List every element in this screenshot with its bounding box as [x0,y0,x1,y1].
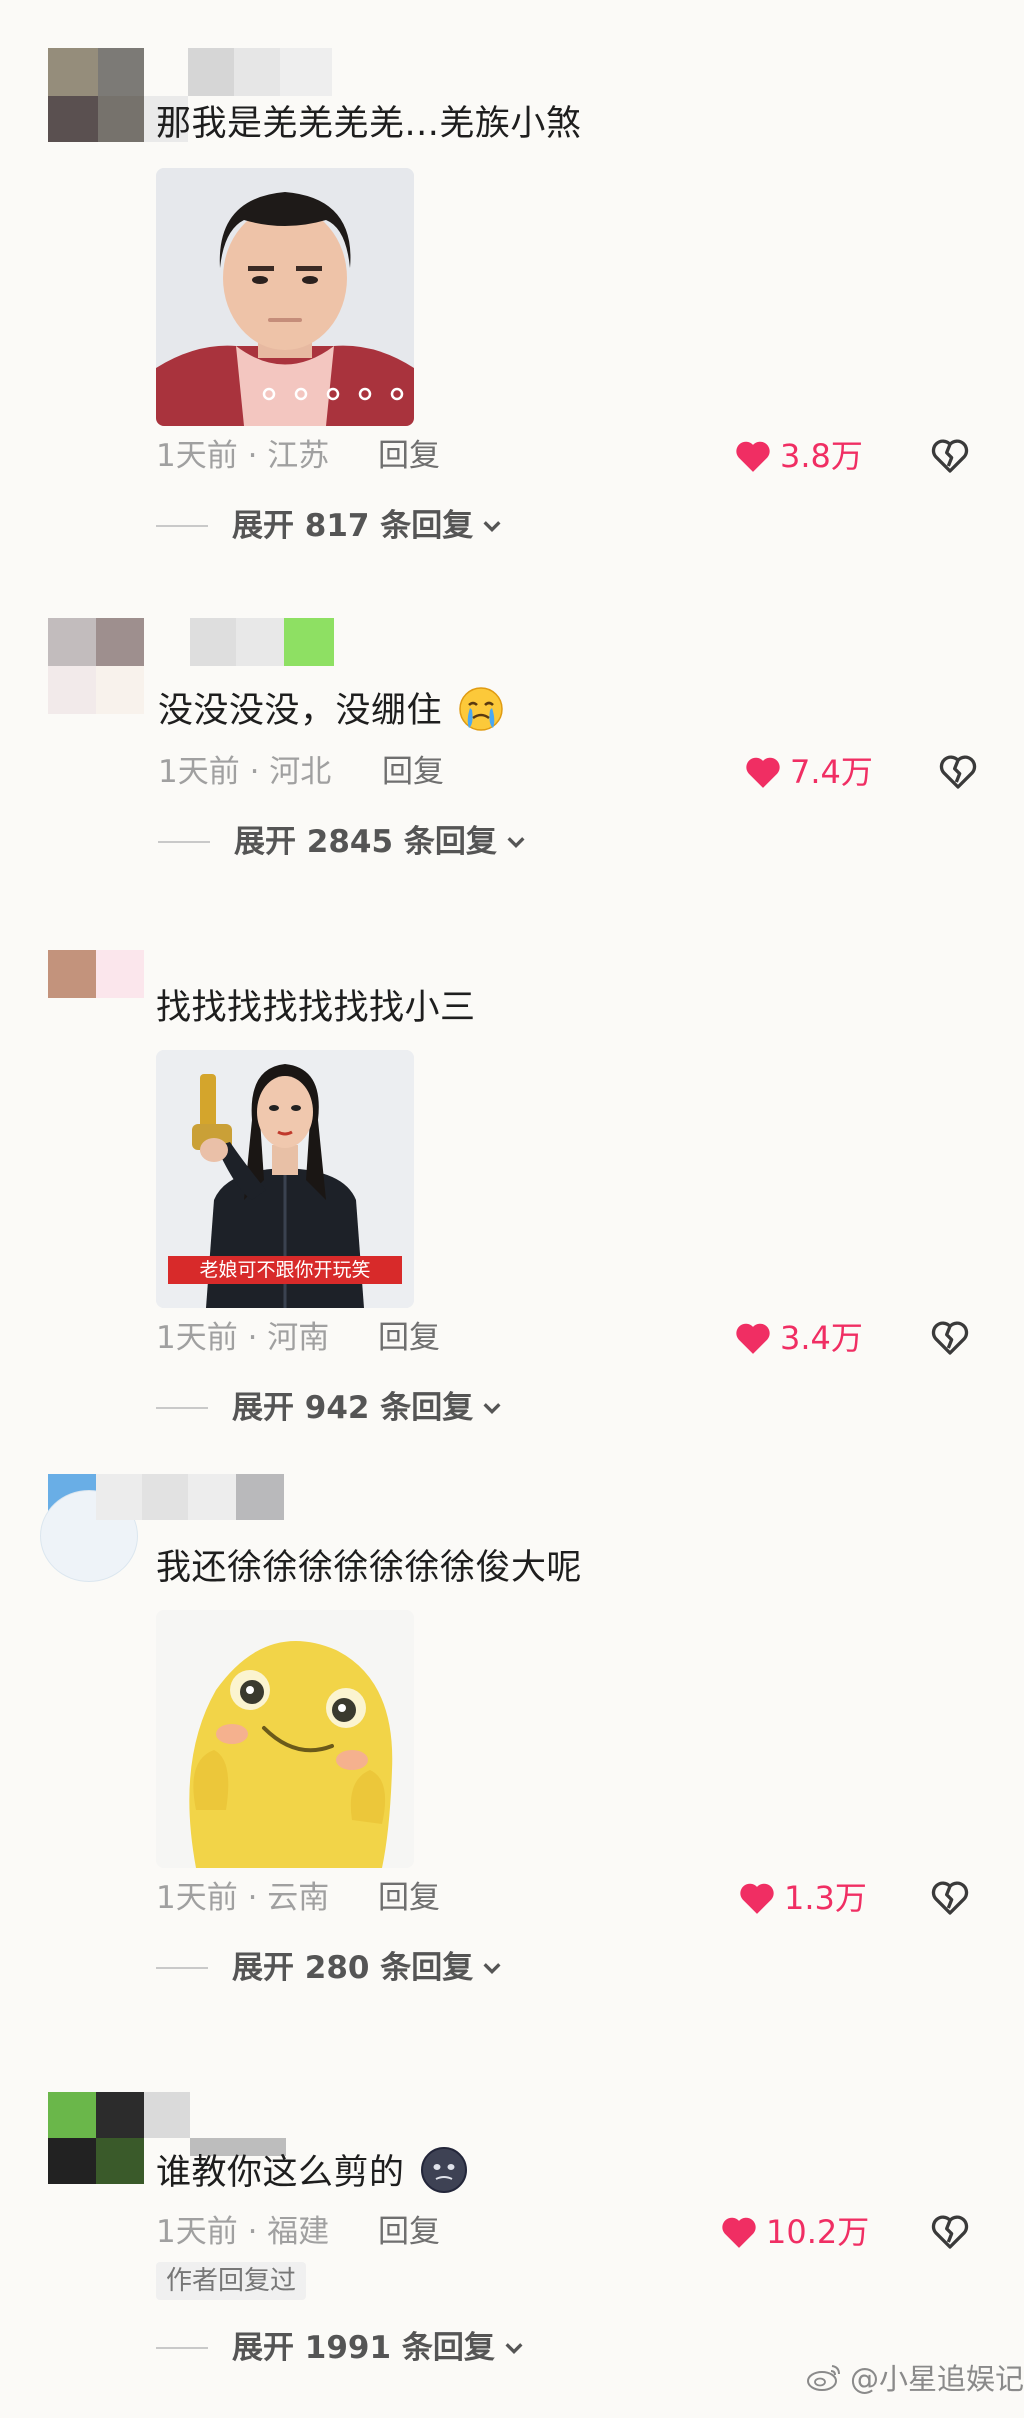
watermark-text: @小星追娱记 [850,2362,1024,2396]
comment-text-row: 没没没没，没绷住 [158,686,504,733]
broken-heart-icon[interactable] [930,436,970,476]
chevron-down-icon [505,2343,523,2355]
divider-line [156,2347,208,2349]
comment-text: 谁教你这么剪的 [156,2153,405,2193]
crying-emoji-icon [458,687,503,731]
broken-heart-icon[interactable] [930,1878,970,1918]
like-button[interactable]: 7.4万 [744,752,873,792]
like-count: 3.4万 [780,1319,863,1357]
dark-face-emoji-icon [421,2147,468,2193]
comment-image[interactable]: 老娘可不跟你开玩笑 [156,1050,414,1308]
man-portrait-image [156,168,414,426]
watermark: @小星追娱记 [806,2356,1024,2398]
divider-line [156,525,208,527]
like-button[interactable]: 10.2万 [720,2212,869,2252]
comment-text: 找找找找找找找小三 [156,988,476,1028]
broken-heart-icon[interactable] [938,752,978,792]
heart-icon [722,2217,756,2248]
expand-replies-button[interactable]: 展开 2845 条回复 [158,822,527,862]
like-button[interactable]: 1.3万 [738,1878,867,1918]
reply-button[interactable]: 回复 [382,752,444,792]
comment-time-location: 1天前 · 河南 [156,1320,330,1356]
expand-replies-button[interactable]: 展开 1991 条回复 [156,2328,525,2368]
comment-time-location: 1天前 · 云南 [156,1880,330,1916]
comment-text-row: 谁教你这么剪的 [156,2146,468,2195]
heart-icon [746,757,780,788]
divider-line [156,1407,208,1409]
broken-heart-icon[interactable] [930,1318,970,1358]
expand-replies-button[interactable]: 展开 280 条回复 [156,1948,503,1988]
author-replied-badge: 作者回复过 [156,2262,307,2300]
expand-replies-label: 展开 280 条回复 [232,1950,474,1986]
comment-time-location: 1天前 · 江苏 [156,438,330,474]
like-count: 10.2万 [766,2213,870,2251]
like-button[interactable]: 3.8万 [734,436,863,476]
broken-heart-icon[interactable] [930,2212,970,2252]
reply-button[interactable]: 回复 [378,2212,440,2252]
heart-icon [736,1323,770,1354]
reply-button[interactable]: 回复 [378,436,440,476]
comment-text: 那我是羌羌羌羌...羌族小煞 [156,104,582,144]
chevron-down-icon [507,837,525,849]
comment-text: 没没没没，没绷住 [158,691,443,731]
divider-line [158,841,210,843]
like-count: 1.3万 [784,1879,867,1917]
chevron-down-icon [483,1403,501,1415]
heart-icon [740,1883,774,1914]
woman-with-gun-image: 老娘可不跟你开玩笑 [156,1050,414,1308]
reply-button[interactable]: 回复 [378,1318,440,1358]
like-button[interactable]: 3.4万 [734,1318,863,1358]
comment-text: 我还徐徐徐徐徐徐徐俊大呢 [156,1548,583,1588]
expand-replies-label: 展开 817 条回复 [232,508,474,544]
weibo-icon [807,2365,840,2391]
heart-icon [736,441,770,472]
like-count: 7.4万 [790,753,873,791]
expand-replies-button[interactable]: 展开 942 条回复 [156,1388,503,1428]
comment-time-location: 1天前 · 河北 [158,754,332,790]
chevron-down-icon [483,521,501,533]
comment-image[interactable] [156,168,414,426]
image-caption: 老娘可不跟你开玩笑 [199,1259,370,1281]
expand-replies-label: 展开 2845 条回复 [234,824,497,860]
divider-line [156,1967,208,1969]
reply-button[interactable]: 回复 [378,1878,440,1918]
like-count: 3.8万 [780,437,863,475]
expand-replies-label: 展开 942 条回复 [232,1390,474,1426]
yellow-blob-mascot-image [156,1610,414,1868]
chevron-down-icon [483,1963,501,1975]
comment-time-location: 1天前 · 福建 [156,2214,330,2250]
expand-replies-button[interactable]: 展开 817 条回复 [156,506,503,546]
expand-replies-label: 展开 1991 条回复 [232,2330,495,2366]
comment-image[interactable] [156,1610,414,1868]
